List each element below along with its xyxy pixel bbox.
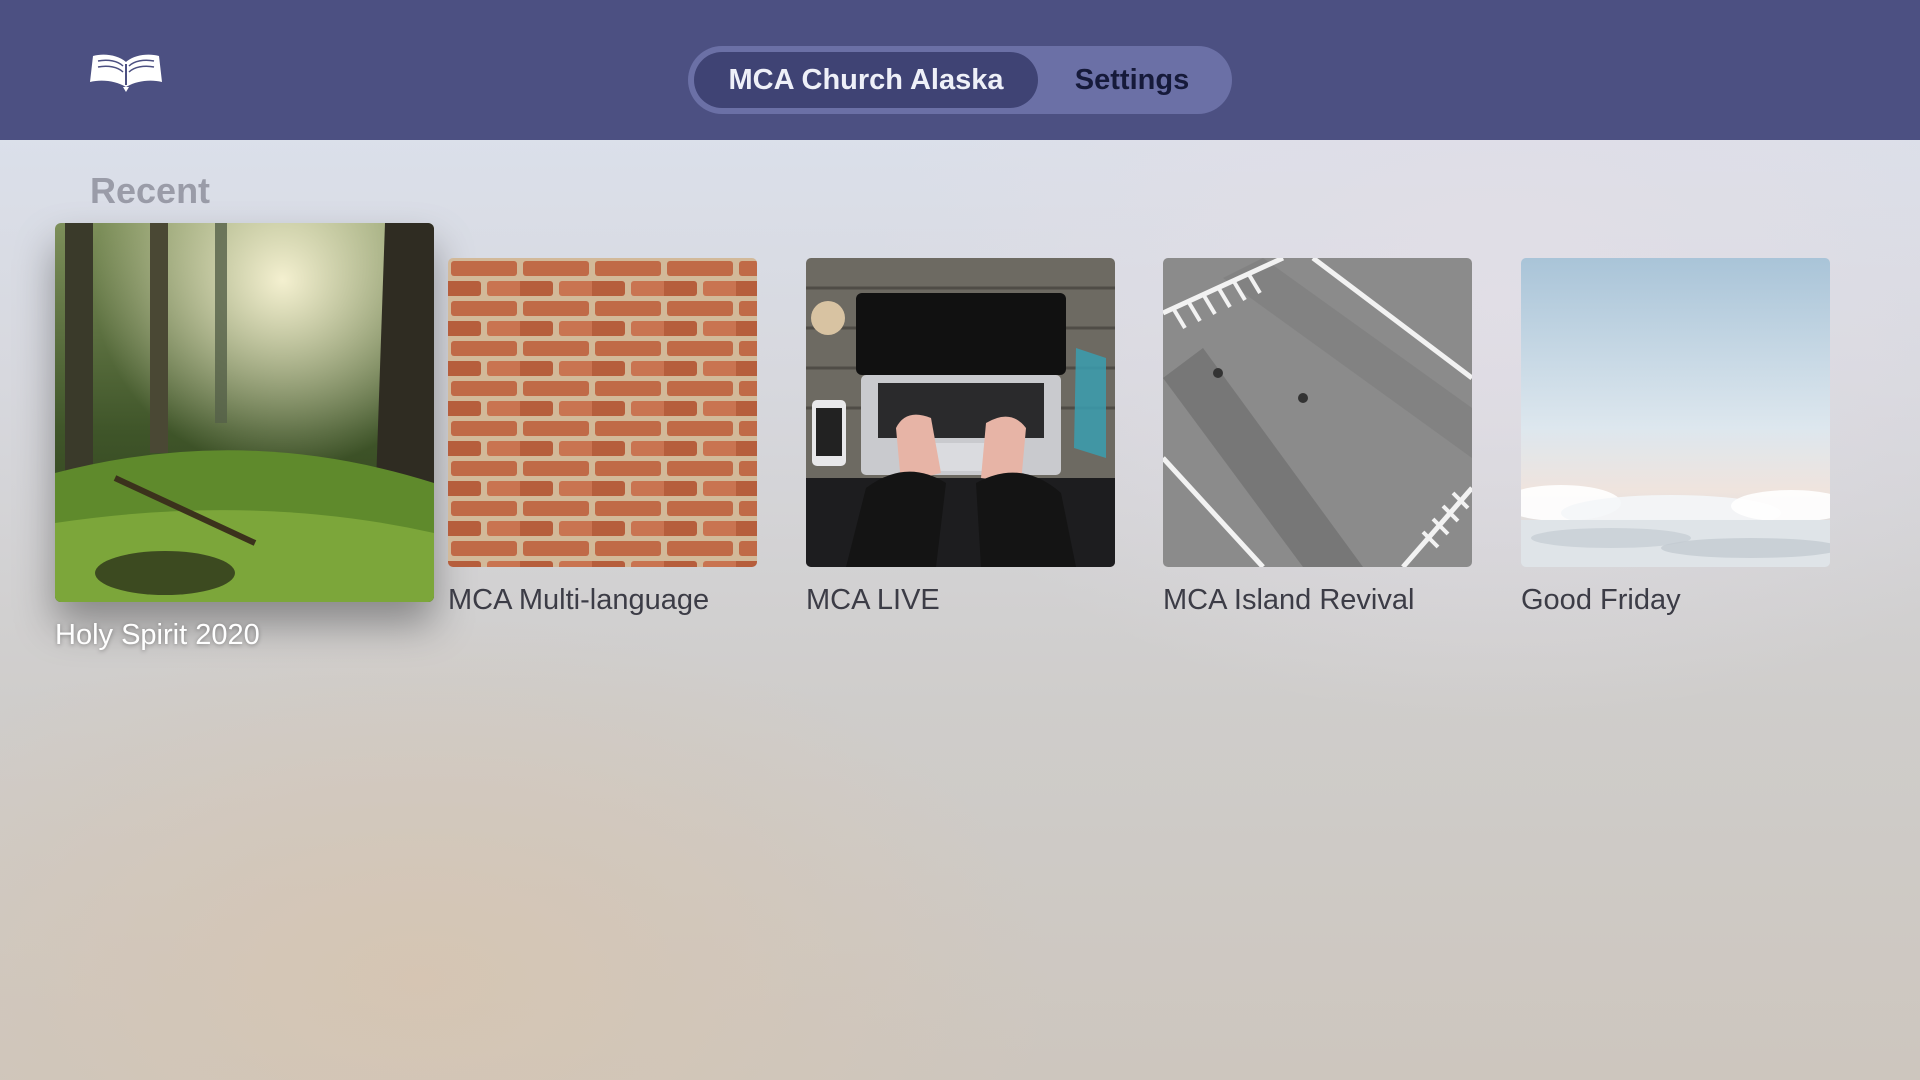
card-title: MCA Multi-language xyxy=(448,584,710,616)
open-book-icon xyxy=(90,54,162,92)
brick-wall-thumbnail xyxy=(448,258,757,567)
card-title: MCA Island Revival xyxy=(1163,584,1415,616)
forest-thumbnail xyxy=(55,223,434,602)
top-navigation-bar: MCA Church Alaska Settings xyxy=(0,0,1920,140)
section-title-recent: Recent xyxy=(90,170,211,211)
laptop-thumbnail xyxy=(806,258,1115,567)
tab-mca-church-alaska[interactable]: MCA Church Alaska xyxy=(694,52,1038,108)
card-title: Holy Spirit 2020 xyxy=(55,619,260,651)
parking-lot-thumbnail xyxy=(1163,258,1472,567)
tab-settings[interactable]: Settings xyxy=(1038,52,1226,108)
clouds-thumbnail xyxy=(1521,258,1830,567)
tab-bar: MCA Church Alaska Settings xyxy=(688,46,1232,114)
card-title: MCA LIVE xyxy=(806,584,940,616)
card-title: Good Friday xyxy=(1521,584,1681,616)
